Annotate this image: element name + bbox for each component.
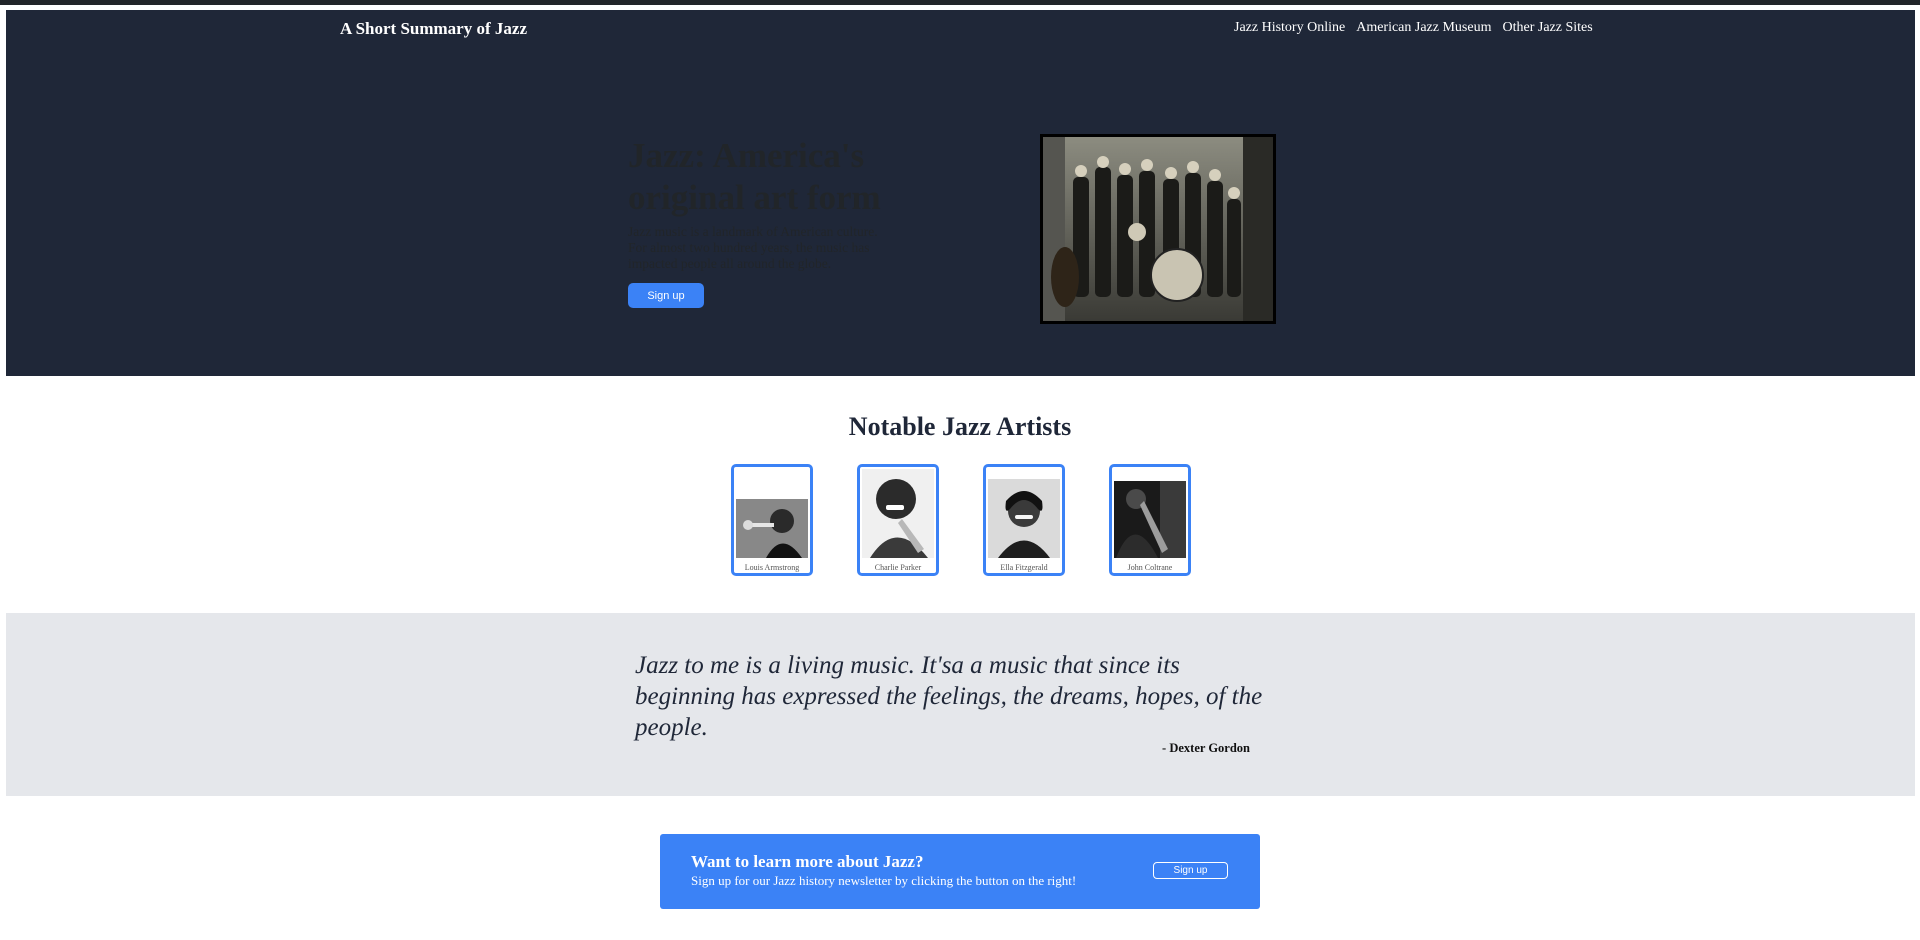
jazz-band-photo	[1040, 134, 1276, 324]
artist-photo	[736, 499, 808, 558]
hero-section: A Short Summary of Jazz Jazz History Onl…	[6, 10, 1915, 376]
artist-name: Louis Armstrong	[744, 563, 800, 572]
cta-description: Sign up for our Jazz history newsletter …	[691, 873, 1077, 888]
artist-photo	[988, 479, 1060, 558]
nav-link-other-jazz-sites[interactable]: Other Jazz Sites	[1503, 20, 1593, 36]
jazz-band-illustration	[1043, 137, 1273, 321]
artist-photo	[1114, 481, 1186, 558]
artist-name: John Coltrane	[1127, 563, 1173, 572]
site-brand[interactable]: A Short Summary of Jazz	[340, 19, 527, 39]
nav-link-jazz-history-online[interactable]: Jazz History Online	[1234, 20, 1345, 36]
artist-card-ella-fitzgerald[interactable]: Ella Fitzgerald	[983, 464, 1065, 576]
artist-card-charlie-parker[interactable]: Charlie Parker	[857, 464, 939, 576]
hero-signup-button[interactable]: Sign up	[628, 283, 704, 308]
nav-link-american-jazz-museum[interactable]: American Jazz Museum	[1356, 20, 1491, 36]
artist-name: Ella Fitzgerald	[1000, 563, 1048, 572]
artist-name: Charlie Parker	[874, 563, 922, 572]
artist-photo	[862, 469, 934, 558]
artists-section-title: Notable Jazz Artists	[848, 412, 1072, 441]
cta-title: Want to learn more about Jazz?	[691, 852, 924, 871]
top-nav: Jazz History Online American Jazz Museum…	[1234, 20, 1593, 36]
artist-card-louis-armstrong[interactable]: Louis Armstrong	[731, 464, 813, 576]
quote-text: Jazz to me is a living music. It'sa a mu…	[635, 652, 1263, 741]
hero-title: Jazz: America's original art form	[628, 136, 881, 217]
quote-author: - Dexter Gordon	[1162, 741, 1250, 755]
cta-signup-button[interactable]: Sign up	[1153, 862, 1228, 879]
hero-description: Jazz music is a landmark of American cul…	[628, 224, 878, 271]
newsletter-cta: Want to learn more about Jazz? Sign up f…	[660, 834, 1260, 909]
top-border	[0, 0, 1920, 5]
artist-card-john-coltrane[interactable]: John Coltrane	[1109, 464, 1191, 576]
